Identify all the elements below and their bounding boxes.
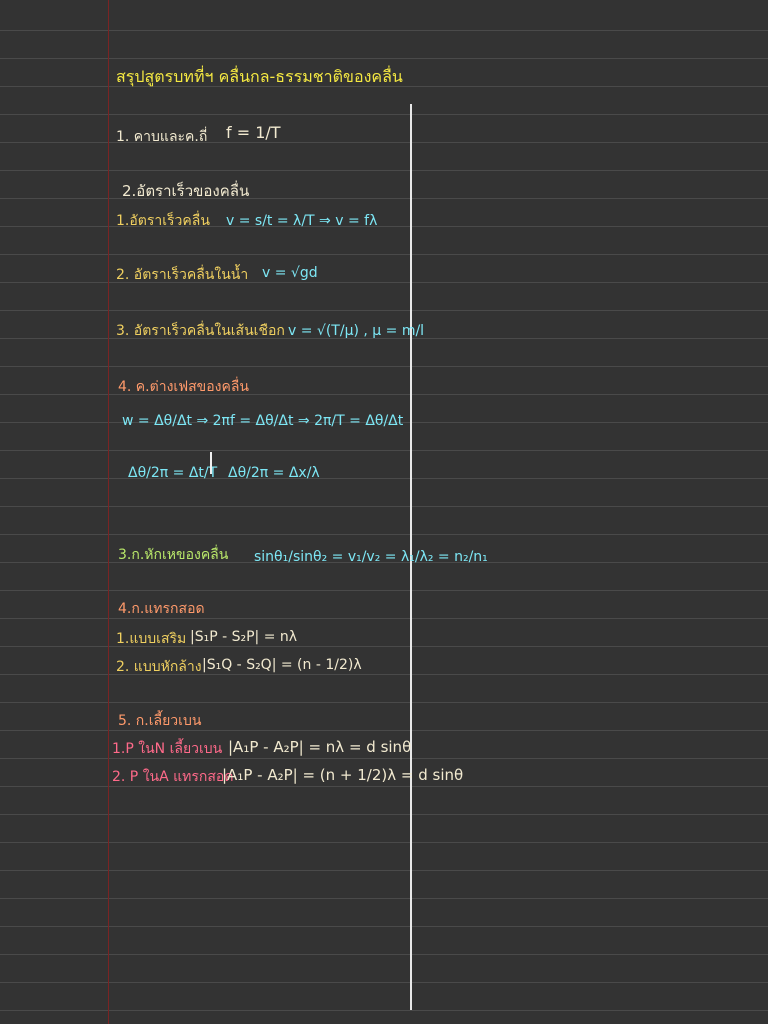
ruled-line: [0, 30, 768, 31]
ruled-line: [0, 618, 768, 619]
phase-formula-line-2-right: Δθ/2π = Δx/λ: [228, 465, 320, 481]
ruled-line: [0, 366, 768, 367]
section-4b-line-1-formula: |S₁P - S₂P| = nλ: [190, 629, 298, 645]
section-4b-line-2-label: 2. แบบหักล้าง: [116, 659, 202, 675]
ruled-line: [0, 478, 768, 479]
ruled-line: [0, 506, 768, 507]
phase-formula-line-2-left: Δθ/2π = Δt/T: [128, 465, 218, 481]
section-5-heading: 5. ก.เลี้ยวเบน: [118, 713, 202, 729]
section-2-heading: 2.อัตราเร็วของคลื่น: [122, 182, 250, 200]
section-3-formula: sinθ₁/sinθ₂ = v₁/v₂ = λ₁/λ₂ = n₂/n₁: [254, 549, 488, 565]
section-2-line-3-label: 3. อัตราเร็วคลื่นในเส้นเชือก: [116, 323, 285, 339]
ruled-line: [0, 926, 768, 927]
phase-formula-line-1: w = Δθ/Δt ⇒ 2πf = Δθ/Δt ⇒ 2π/T = Δθ/Δt: [122, 413, 404, 429]
section-5-line-2-label: 2. P ในA แทรกสอด: [112, 769, 234, 785]
ruled-line: [0, 730, 768, 731]
ruled-line: [0, 870, 768, 871]
ruled-line: [0, 1010, 768, 1011]
separator-bar: [210, 452, 212, 474]
ruled-line: [0, 198, 768, 199]
ruled-line: [0, 170, 768, 171]
section-2-line-1-label: 1.อัตราเร็วคลื่น: [116, 213, 210, 229]
ruled-line: [0, 310, 768, 311]
notebook-page: สรุปสูตรบทที่ฯ คลื่นกล-ธรรมชาติของคลื่น …: [0, 0, 768, 1024]
ruled-line: [0, 954, 768, 955]
ruled-line: [0, 814, 768, 815]
ruled-line: [0, 450, 768, 451]
section-2-line-1-formula: v = s/t = λ/T ⇒ v = fλ: [226, 213, 378, 229]
section-3-label: 3.ก.หักเหของคลื่น: [118, 547, 229, 563]
section-2-line-3-formula: v = √(T/μ) , μ = m/l: [288, 323, 425, 339]
ruled-line: [0, 898, 768, 899]
margin-line: [108, 0, 109, 1024]
section-1-formula: f = 1/T: [226, 123, 281, 142]
section-2-line-2-formula: v = √gd: [262, 265, 318, 281]
ruled-line: [0, 590, 768, 591]
ruled-line: [0, 982, 768, 983]
section-5-line-2-formula: |A₁P - A₂P| = (n + 1/2)λ = d sinθ: [222, 766, 464, 784]
ruled-line: [0, 114, 768, 115]
ruled-line: [0, 534, 768, 535]
section-5-line-1-formula: |A₁P - A₂P| = nλ = d sinθ: [228, 738, 412, 756]
ruled-line: [0, 786, 768, 787]
ruled-line: [0, 394, 768, 395]
section-2-line-2-label: 2. อัตราเร็วคลื่นในน้ำ: [116, 267, 249, 283]
section-4b-line-2-formula: |S₁Q - S₂Q| = (n - 1/2)λ: [202, 657, 362, 673]
ruled-line: [0, 842, 768, 843]
ruled-line: [0, 254, 768, 255]
section-4b-heading: 4.ก.แทรกสอด: [118, 601, 205, 617]
section-1-label: 1. คาบและค.ถี่: [116, 129, 208, 145]
section-4a-heading: 4. ค.ต่างเฟสของคลื่น: [118, 379, 249, 395]
ruled-line: [0, 58, 768, 59]
section-4b-line-1-label: 1.แบบเสริม: [116, 631, 187, 647]
ruled-line: [0, 758, 768, 759]
page-title: สรุปสูตรบทที่ฯ คลื่นกล-ธรรมชาติของคลื่น: [116, 67, 403, 86]
ruled-line: [0, 86, 768, 87]
section-5-line-1-label: 1.P ในN เลี้ยวเบน: [112, 741, 223, 757]
ruled-line: [0, 702, 768, 703]
